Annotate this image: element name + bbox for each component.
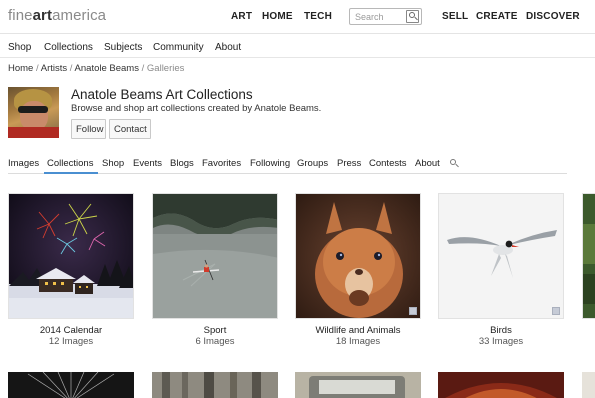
nav-tech[interactable]: TECH bbox=[304, 11, 332, 22]
tab-contests[interactable]: Contests bbox=[369, 158, 407, 169]
site-logo[interactable]: fineartamerica bbox=[8, 7, 106, 24]
collection-count: 6 Images bbox=[195, 336, 235, 347]
nav-home[interactable]: HOME bbox=[262, 11, 293, 22]
collection-title[interactable]: Birds bbox=[438, 325, 564, 336]
logo-part-america: america bbox=[52, 7, 107, 24]
collection-thumbnail-row2-3[interactable] bbox=[295, 372, 421, 398]
tab-blogs[interactable]: Blogs bbox=[170, 158, 194, 169]
contact-button[interactable]: Contact bbox=[109, 119, 151, 139]
tern-image bbox=[439, 194, 563, 318]
nav-art[interactable]: ART bbox=[231, 11, 252, 22]
rowing-image bbox=[153, 194, 277, 318]
tab-press[interactable]: Press bbox=[337, 158, 361, 169]
collection-title[interactable]: Sport bbox=[152, 325, 278, 336]
page-title: Anatole Beams Art Collections bbox=[71, 87, 253, 102]
collection-thumbnail-row2-2[interactable] bbox=[152, 372, 278, 398]
tab-groups[interactable]: Groups bbox=[297, 158, 328, 169]
search-input[interactable] bbox=[350, 9, 402, 24]
squirrel-image bbox=[296, 194, 420, 318]
tab-following[interactable]: Following bbox=[250, 158, 290, 169]
secondary-nav: Shop Collections Subjects Community Abou… bbox=[0, 34, 595, 58]
breadcrumb-artist[interactable]: Anatole Beams bbox=[75, 63, 139, 74]
collection-thumbnail-row2-5[interactable] bbox=[582, 372, 595, 398]
collection-title[interactable]: Wildlife and Animals bbox=[295, 325, 421, 336]
subnav-community[interactable]: Community bbox=[153, 42, 204, 53]
tab-collections[interactable]: Collections bbox=[47, 158, 93, 169]
subnav-collections[interactable]: Collections bbox=[44, 42, 93, 53]
collection-count: 33 Images bbox=[478, 336, 524, 347]
subnav-subjects[interactable]: Subjects bbox=[104, 42, 142, 53]
tab-shop[interactable]: Shop bbox=[102, 158, 124, 169]
breadcrumb-artists[interactable]: Artists bbox=[41, 63, 67, 74]
tab-favorites[interactable]: Favorites bbox=[202, 158, 241, 169]
profile-tabs: Images Collections Shop Events Blogs Fav… bbox=[0, 154, 595, 175]
image-badge-icon bbox=[552, 307, 560, 315]
collection-title[interactable]: 2014 Calendar bbox=[8, 325, 134, 336]
tab-images[interactable]: Images bbox=[8, 158, 39, 169]
image-badge-icon bbox=[409, 307, 417, 315]
subnav-about[interactable]: About bbox=[215, 42, 241, 53]
collection-thumbnail-row2-4[interactable] bbox=[438, 372, 564, 398]
search-box bbox=[349, 8, 422, 25]
artist-avatar[interactable] bbox=[8, 87, 59, 138]
active-tab-indicator bbox=[44, 172, 98, 174]
collection-thumbnail-birds[interactable] bbox=[438, 193, 564, 319]
logo-part-fine: fine bbox=[8, 7, 33, 24]
tab-about[interactable]: About bbox=[415, 158, 440, 169]
fireworks-image bbox=[9, 194, 133, 318]
collection-thumbnail-row2-1[interactable] bbox=[8, 372, 134, 398]
breadcrumb: Home / Artists / Anatole Beams / Galleri… bbox=[8, 63, 184, 74]
nav-create[interactable]: CREATE bbox=[476, 11, 518, 22]
subnav-shop[interactable]: Shop bbox=[8, 42, 31, 53]
breadcrumb-separator: / bbox=[141, 63, 145, 74]
collection-thumbnail-calendar[interactable] bbox=[8, 193, 134, 319]
collection-count: 18 Images bbox=[335, 336, 381, 347]
breadcrumb-home[interactable]: Home bbox=[8, 63, 33, 74]
nav-discover[interactable]: DISCOVER bbox=[526, 11, 580, 22]
logo-part-art: art bbox=[32, 7, 53, 24]
collection-thumbnail-wildlife[interactable] bbox=[295, 193, 421, 319]
collection-thumbnail-partial[interactable] bbox=[582, 193, 595, 319]
collection-count: 12 Images bbox=[48, 336, 94, 347]
breadcrumb-separator: / bbox=[69, 63, 73, 74]
search-button[interactable] bbox=[406, 10, 419, 23]
page-subtitle: Browse and shop art collections created … bbox=[71, 103, 322, 114]
collection-thumbnail-sport[interactable] bbox=[152, 193, 278, 319]
nav-sell[interactable]: SELL bbox=[442, 11, 468, 22]
follow-button[interactable]: Follow bbox=[71, 119, 106, 139]
tab-events[interactable]: Events bbox=[133, 158, 162, 169]
top-header: fineartamerica ART HOME TECH SELL CREATE… bbox=[0, 0, 595, 34]
breadcrumb-separator: / bbox=[35, 63, 39, 74]
breadcrumb-current: Galleries bbox=[146, 63, 185, 74]
